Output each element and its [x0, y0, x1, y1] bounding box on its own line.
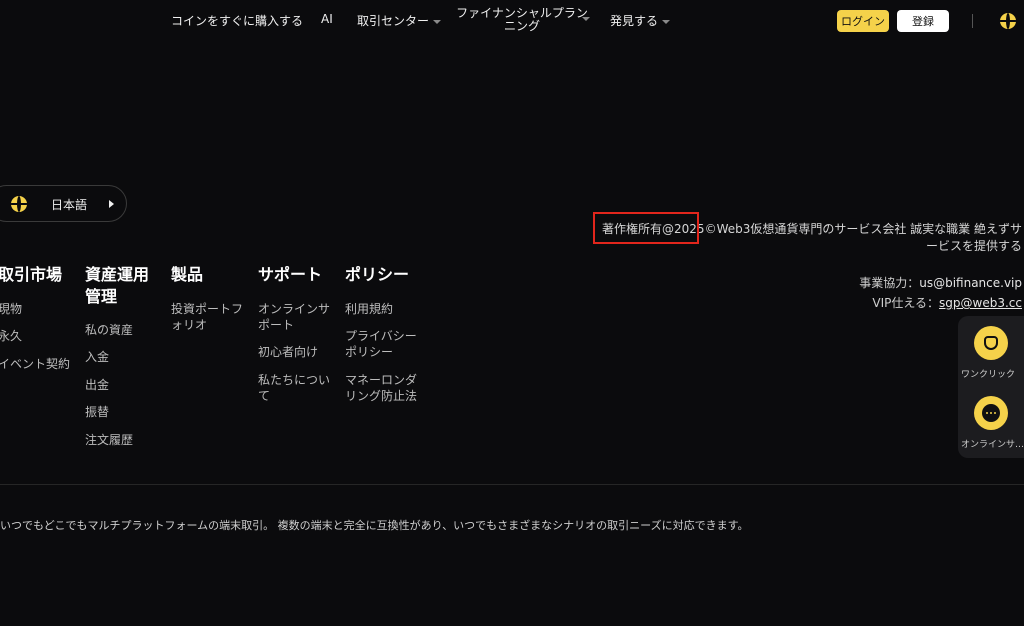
floating-service-panel: ワンクリック オンラインサービス [958, 316, 1024, 458]
globe-icon[interactable] [1000, 13, 1016, 29]
copyright-text: 著作権所有@2025©Web3仮想通貨専門のサービス会社 誠実な職業 絶えずサー… [602, 222, 1022, 253]
footer-link-about-us[interactable]: 私たちについて [258, 372, 334, 404]
platform-description: いつでもどこでもマルチプラットフォームの端末取引。 複数の端末と完全に互換性があ… [0, 519, 749, 532]
footer-divider [0, 484, 1024, 485]
footer-link-spot[interactable]: 現物 [0, 301, 22, 317]
footer-heading-products: 製品 [171, 265, 204, 284]
nav-buy-crypto[interactable]: コインをすぐに購入する [171, 12, 303, 29]
footer-heading-support: サポート [258, 265, 323, 284]
globe-icon [11, 196, 27, 212]
caret-right-icon [109, 200, 114, 208]
vip-contact: VIP仕える：sgp@web3.cc [872, 296, 1022, 310]
nav-financial-planning[interactable]: ファイナンシャルプランニング [452, 7, 592, 33]
nav-divider [972, 14, 973, 28]
footer-link-online-support[interactable]: オンラインサポート [258, 301, 334, 333]
nav-ai[interactable]: AI [321, 12, 333, 26]
footer-link-withdraw[interactable]: 出金 [85, 377, 109, 393]
top-nav: コインをすぐに購入する AI 取引センター ファイナンシャルプランニング 発見す… [0, 0, 1024, 42]
register-button[interactable]: 登録 [897, 10, 949, 32]
business-email-link[interactable]: us@bifinance.vip [919, 276, 1022, 290]
online-service-label: オンラインサービス [961, 440, 1024, 450]
footer-link-perpetual[interactable]: 永久 [0, 328, 22, 344]
caret-down-icon [433, 19, 442, 24]
one-click-button[interactable] [974, 326, 1008, 360]
footer-link-transfer[interactable]: 振替 [85, 404, 109, 420]
online-service-button[interactable] [974, 396, 1008, 430]
footer-link-portfolio[interactable]: 投資ポートフォリオ [171, 301, 247, 333]
footer-link-deposit[interactable]: 入金 [85, 349, 109, 365]
login-button[interactable]: ログイン [837, 10, 889, 32]
footer-link-order-history[interactable]: 注文履歴 [85, 432, 133, 448]
language-selector[interactable]: 日本語 [0, 185, 127, 222]
caret-down-icon [662, 19, 671, 24]
nav-trading-center[interactable]: 取引センター [357, 12, 442, 29]
footer-link-event-contract[interactable]: イベント契約 [0, 356, 70, 372]
hand-icon [984, 336, 998, 350]
chat-icon [982, 404, 1000, 422]
footer-heading-policy: ポリシー [345, 265, 410, 284]
business-contact: 事業協力：us@bifinance.vip [859, 276, 1022, 290]
footer-link-terms[interactable]: 利用規約 [345, 301, 421, 317]
footer-link-beginners[interactable]: 初心者向け [258, 344, 334, 360]
language-label: 日本語 [51, 198, 88, 212]
footer-link-privacy-policy[interactable]: プライバシーポリシー [345, 328, 421, 360]
caret-down-icon [582, 17, 590, 21]
footer-link-aml-policy[interactable]: マネーロンダリング防止法 [345, 372, 421, 404]
footer-heading-asset-management: 資産運用管理 [85, 265, 150, 306]
nav-discover[interactable]: 発見する [610, 12, 671, 29]
vip-email-link[interactable]: sgp@web3.cc [939, 296, 1022, 310]
one-click-label: ワンクリック [961, 370, 1016, 380]
footer-heading-markets: 取引市場 [0, 265, 63, 284]
footer-link-my-assets[interactable]: 私の資産 [85, 322, 133, 338]
